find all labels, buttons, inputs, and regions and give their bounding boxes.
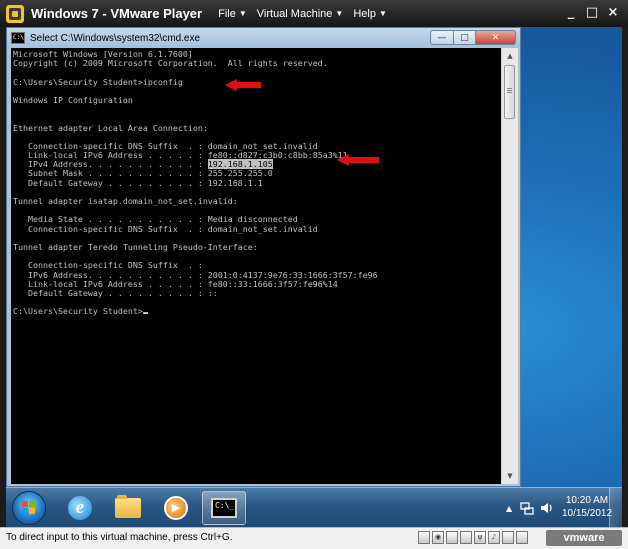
scroll-thumb[interactable] [504,65,515,119]
cmd-window[interactable]: C:\ Select C:\Windows\system32\cmd.exe —… [6,27,521,487]
cmd-window-controls: — □ ✕ [430,30,516,45]
menu-virtual-machine-label: Virtual Machine [256,7,333,20]
taskbar-media-player[interactable]: ▶ [154,491,198,525]
network-icon[interactable] [520,501,534,515]
taskbar-windows-explorer[interactable] [106,491,150,525]
network-adapter-icon[interactable] [460,531,472,544]
console-line: Ethernet adapter Local Area Connection: [13,122,208,133]
window-title: Windows 7 - VMware Player [31,6,203,21]
vmware-logo: vmware [546,530,622,546]
floppy-icon[interactable] [446,531,458,544]
taskbar-command-prompt[interactable]: C:\_ [202,491,246,525]
console-output[interactable]: Microsoft Windows [Version 6.1.7600] Copy… [11,48,501,484]
scroll-up-arrow-icon[interactable]: ▲ [502,48,518,64]
printer-icon[interactable] [502,531,514,544]
window-controls: _ □ × [559,4,622,22]
menu-help[interactable]: Help ▼ [353,8,387,20]
menu-virtual-machine[interactable]: Virtual Machine ▼ [257,8,344,20]
text-cursor [142,312,148,315]
media-player-icon: ▶ [164,496,188,520]
console-line: Tunnel adapter isatap.domain_not_set.inv… [13,196,238,206]
status-message: To direct input to this virtual machine,… [6,532,233,543]
arrow-shaft [235,82,261,88]
cd-drive-icon[interactable]: ◉ [432,531,444,544]
command-prompt-icon: C:\_ [211,498,237,518]
cmd-close-button[interactable]: ✕ [476,30,516,45]
console-line: Default Gateway . . . . . . . . . : :: [13,287,218,298]
taskbar-internet-explorer[interactable]: e [58,491,102,525]
volume-icon[interactable] [540,501,554,515]
close-button[interactable]: × [604,4,622,22]
console-prompt-line: C:\Users\Security Student> [13,307,501,316]
cmd-minimize-button[interactable]: — [430,30,454,45]
chevron-down-icon: ▼ [335,9,344,18]
clock-time: 10:20 AM [565,495,609,506]
device-icons: ◉ ψ ♪ [418,531,530,544]
maximize-button[interactable]: □ [583,4,601,22]
taskbar: e ▶ C:\_ ▲ 10:20 AM 10/15/2012 [6,487,622,527]
cmd-window-title: Select C:\Windows\system32\cmd.exe [30,32,201,44]
minimize-button[interactable]: _ [562,4,580,22]
show-hidden-icons-icon[interactable]: ▲ [506,504,512,513]
grip-icon [507,88,512,89]
system-tray: ▲ [506,488,560,527]
clock-date: 10/15/2012 [561,508,613,519]
vertical-scrollbar[interactable]: ▲ ▼ [501,48,518,484]
menu-help-label: Help [353,7,376,20]
windows-explorer-icon [115,495,141,518]
chevron-down-icon: ▼ [378,9,387,18]
chevron-down-icon: ▼ [238,9,247,18]
scroll-down-arrow-icon[interactable]: ▼ [502,468,518,484]
console-line: Connection-specific DNS Suffix . : domai… [13,223,318,234]
show-desktop-button[interactable] [609,488,622,527]
vmware-player-icon [6,4,24,23]
display-icon[interactable] [516,531,528,544]
console-line: Default Gateway . . . . . . . . . : 192.… [13,177,263,188]
console-line: Windows IP Configuration [13,94,133,105]
vmware-status-bar: To direct input to this virtual machine,… [0,527,628,549]
usb-device-icon[interactable]: ψ [474,531,486,544]
sound-card-icon[interactable]: ♪ [488,531,500,544]
console-line: Copyright (c) 2009 Microsoft Corporation… [13,58,328,69]
hard-disk-icon[interactable] [418,531,430,544]
cmd-window-icon: C:\ [11,32,25,44]
menu-file[interactable]: File ▼ [218,8,247,20]
internet-explorer-icon: e [68,496,92,520]
annotation-arrow-ipv4 [337,154,379,166]
guest-desktop[interactable]: C:\ Select C:\Windows\system32\cmd.exe —… [6,27,622,527]
annotation-arrow-command [225,79,261,91]
menu-file-label: File [218,7,236,20]
windows-logo-icon [22,501,36,515]
taskbar-clock[interactable]: 10:20 AM 10/15/2012 [558,494,616,520]
arrow-shaft [347,157,379,163]
start-button[interactable] [12,491,46,525]
console-prompt: C:\Users\Security Student> [13,306,143,317]
console-line: Tunnel adapter Teredo Tunneling Pseudo-I… [13,241,258,252]
vmware-titlebar: Windows 7 - VMware Player File ▼ Virtual … [0,0,628,27]
cmd-titlebar[interactable]: C:\ Select C:\Windows\system32\cmd.exe —… [7,28,520,48]
cmd-maximize-button[interactable]: □ [454,30,476,45]
menu-bar: File ▼ Virtual Machine ▼ Help ▼ [218,8,397,20]
